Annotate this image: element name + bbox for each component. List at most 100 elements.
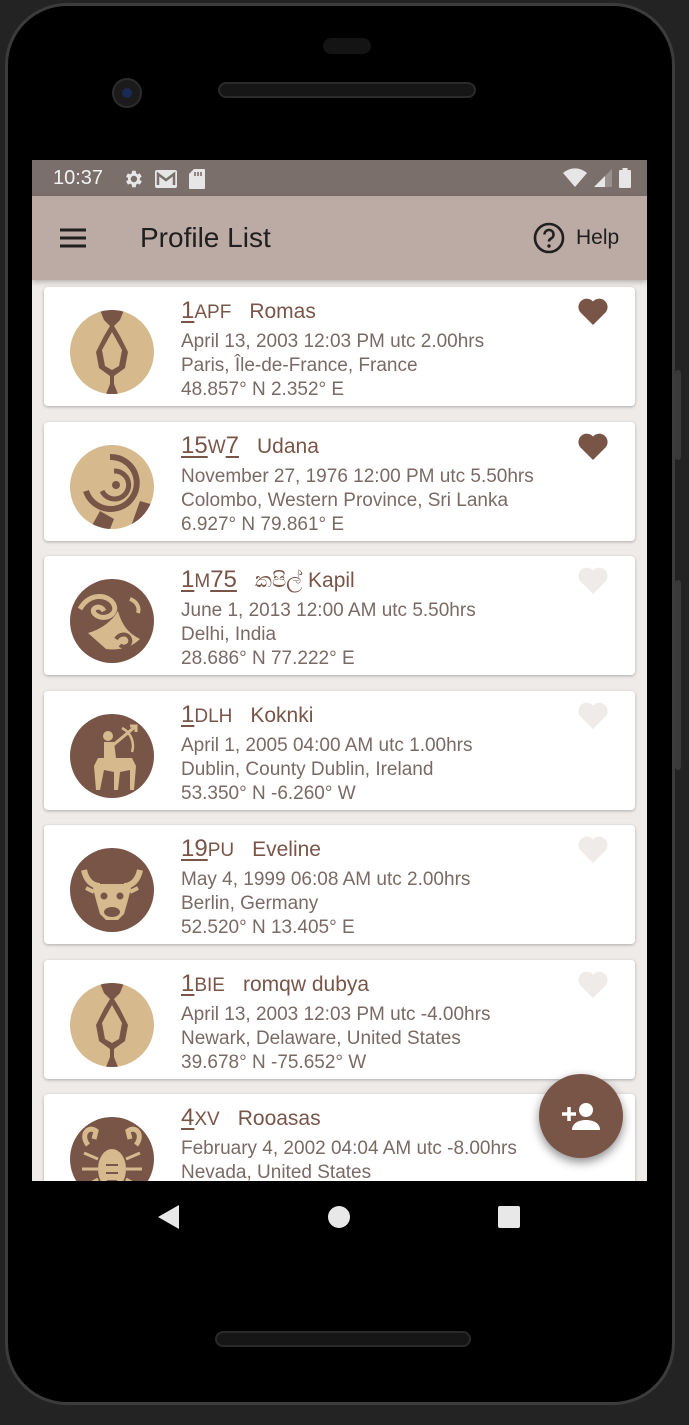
- favorite-button[interactable]: [577, 969, 609, 999]
- favorite-button[interactable]: [577, 700, 609, 730]
- profile-code-number: 75: [210, 566, 237, 593]
- profile-card[interactable]: 1M75 කපිල් Kapil June 1, 2013 12:00 AM utc…: [44, 556, 635, 675]
- profile-place: Newark, Delaware, United States: [181, 1027, 461, 1049]
- profile-code-number: 4: [181, 1104, 195, 1131]
- profile-coords: 52.520° N 13.405° E: [181, 917, 355, 938]
- aries-icon: [70, 444, 154, 529]
- profile-code-number: 7: [225, 431, 239, 459]
- home-icon: [328, 1206, 350, 1228]
- sd-card-icon: [189, 169, 205, 189]
- recents-button[interactable]: [497, 1205, 521, 1229]
- profile-code-number: 1: [181, 297, 195, 324]
- profile-place: Paris, Île-de-France, France: [181, 355, 418, 376]
- profile-coords: 6.927° N 79.861° E: [181, 513, 345, 535]
- profile-code: 4XV Rooasas: [181, 1104, 321, 1132]
- gemini-icon: [70, 310, 154, 394]
- profile-coords: 28.686° N 77.222° E: [181, 648, 355, 669]
- help-circle-icon: [533, 222, 565, 254]
- heart-icon: [578, 702, 608, 729]
- profile-card[interactable]: 1BIE romqw dubya April 13, 2003 12:03 PM u…: [44, 959, 635, 1079]
- profile-code-number: 1: [181, 700, 195, 728]
- profile-code-letters: BIE: [194, 974, 225, 996]
- profile-name: කපිල් Kapil: [254, 569, 355, 592]
- menu-button[interactable]: [54, 220, 90, 256]
- cancer-icon: [70, 1117, 154, 1181]
- page-title: Profile List: [140, 222, 271, 253]
- help-button[interactable]: Help: [532, 220, 619, 256]
- profile-code-number: 15: [181, 431, 208, 459]
- profile-code: 1DLH Koknki: [181, 701, 313, 729]
- taurus-icon: [70, 848, 154, 932]
- profile-code: 15W7 Udana: [181, 432, 319, 460]
- profile-datetime: April 13, 2003 12:03 PM utc -4.00hrs: [181, 1003, 491, 1025]
- signal-icon: [594, 169, 612, 187]
- heart-icon: [578, 298, 608, 325]
- profile-code-letters: W: [207, 436, 226, 458]
- app-bar: Profile List Help: [32, 196, 647, 280]
- heart-icon: [578, 836, 608, 863]
- heart-icon: [578, 971, 608, 998]
- profile-code-number: 1: [181, 566, 195, 593]
- profile-card[interactable]: 15W7 Udana November 27, 1976 12:00 PM utc …: [44, 421, 635, 541]
- profile-card[interactable]: 19PU Eveline May 4, 1999 06:08 AM utc 2.00…: [44, 825, 635, 944]
- add-person-icon: [562, 1103, 600, 1130]
- favorite-button[interactable]: [577, 565, 609, 595]
- profile-datetime: April 1, 2005 04:00 AM utc 1.00hrs: [181, 734, 473, 756]
- gemini-icon: [70, 982, 154, 1067]
- status-bar: 10:37: [32, 160, 647, 196]
- profile-name: Koknki: [250, 703, 314, 727]
- profile-place: Berlin, Germany: [181, 893, 319, 914]
- profile-code-letters: XV: [194, 1109, 220, 1130]
- home-button[interactable]: [327, 1205, 351, 1229]
- capricorn-icon: [70, 579, 154, 663]
- app-screen: 10:37 Profile List Help 1APF Romas April…: [32, 160, 647, 1181]
- power-button: [675, 580, 681, 770]
- profile-datetime: November 27, 1976 12:00 PM utc 5.50hrs: [181, 465, 534, 487]
- heart-icon: [578, 433, 608, 460]
- sagittarius-icon: [70, 713, 154, 798]
- profile-coords: 53.350° N -6.260° W: [181, 782, 356, 804]
- profile-code: 1APF Romas: [181, 297, 316, 325]
- profile-card[interactable]: 1APF Romas April 13, 2003 12:03 PM utc 2.0…: [44, 287, 635, 406]
- profile-name: Udana: [257, 434, 319, 458]
- profile-coords: 39.678° N -75.652° W: [181, 1051, 367, 1073]
- proximity-sensor: [323, 38, 371, 54]
- profile-datetime: May 4, 1999 06:08 AM utc 2.00hrs: [181, 869, 471, 890]
- bottom-speaker: [215, 1331, 471, 1347]
- front-camera: [112, 78, 142, 108]
- gmail-icon: [155, 170, 177, 188]
- earpiece-speaker: [218, 82, 476, 98]
- recents-icon: [498, 1206, 520, 1228]
- add-profile-button[interactable]: [539, 1074, 623, 1158]
- profile-code: 1BIE romqw dubya: [181, 970, 369, 998]
- battery-icon: [619, 168, 631, 188]
- favorite-button[interactable]: [577, 834, 609, 864]
- profile-code-number: 19: [181, 835, 208, 862]
- profile-datetime: April 13, 2003 12:03 PM utc 2.00hrs: [181, 331, 485, 352]
- profile-code-letters: M: [194, 571, 211, 592]
- profile-place: Colombo, Western Province, Sri Lanka: [181, 489, 509, 511]
- heart-icon: [578, 567, 608, 594]
- profile-code-number: 1: [181, 969, 195, 997]
- favorite-button[interactable]: [577, 296, 609, 326]
- profile-code-letters: PU: [207, 840, 235, 861]
- profile-datetime: June 1, 2013 12:00 AM utc 5.50hrs: [181, 600, 476, 621]
- profile-code-letters: APF: [194, 302, 232, 323]
- wifi-icon: [563, 168, 587, 187]
- help-label: Help: [576, 226, 620, 249]
- profile-card[interactable]: 1DLH Koknki April 1, 2005 04:00 AM utc 1.0…: [44, 690, 635, 810]
- profile-coords: 48.857° N 2.352° E: [181, 379, 345, 400]
- back-button[interactable]: [155, 1203, 183, 1231]
- profile-name: Eveline: [252, 838, 321, 861]
- profile-code: 1M75 කපිල් Kapil: [181, 566, 355, 594]
- profile-name: romqw dubya: [242, 972, 370, 996]
- profile-name: Rooasas: [237, 1107, 321, 1130]
- profile-code-letters: DLH: [194, 705, 233, 727]
- favorite-button[interactable]: [577, 431, 609, 461]
- back-icon: [158, 1205, 179, 1229]
- profile-code: 19PU Eveline: [181, 835, 321, 863]
- profile-place: Dublin, County Dublin, Ireland: [181, 758, 434, 780]
- status-time: 10:37: [53, 167, 104, 189]
- volume-button: [675, 370, 681, 460]
- menu-icon: [60, 228, 86, 248]
